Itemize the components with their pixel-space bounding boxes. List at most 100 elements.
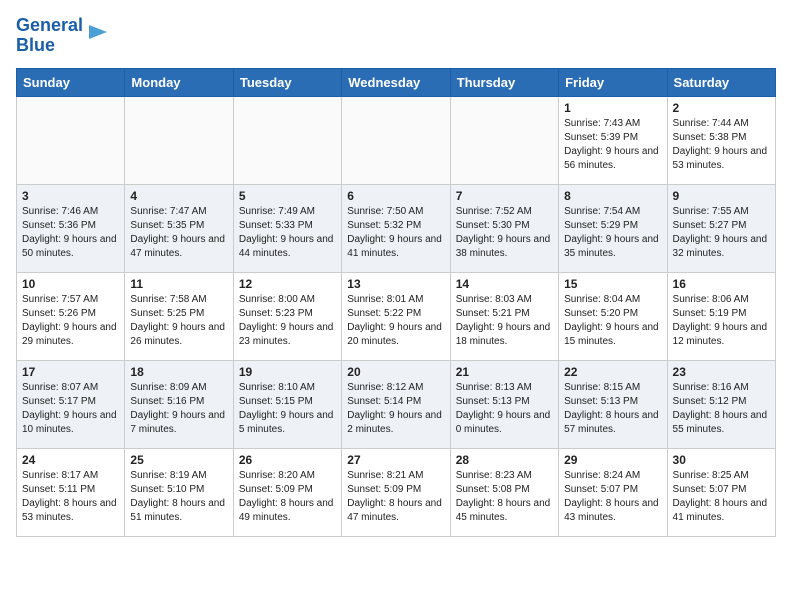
calendar-cell: 15 Sunrise: 8:04 AM Sunset: 5:20 PM Dayli… xyxy=(559,272,667,360)
calendar-cell: 14 Sunrise: 8:03 AM Sunset: 5:21 PM Dayli… xyxy=(450,272,558,360)
day-info: Sunrise: 8:23 AM Sunset: 5:08 PM Dayligh… xyxy=(456,469,553,525)
calendar-cell: 10 Sunrise: 7:57 AM Sunset: 5:26 PM Dayli… xyxy=(17,272,125,360)
calendar-cell: 23 Sunrise: 8:16 AM Sunset: 5:12 PM Dayli… xyxy=(667,360,775,448)
calendar-cell: 29Sunrise: 8:24 AM Sunset: 5:07 PM Dayli… xyxy=(559,448,667,536)
weekday-header-saturday: Saturday xyxy=(667,68,775,96)
day-info: Sunrise: 8:10 AM Sunset: 5:15 PM Dayligh… xyxy=(239,381,336,437)
calendar-cell: 26 Sunrise: 8:20 AM Sunset: 5:09 PM Dayli… xyxy=(233,448,341,536)
day-info: Sunrise: 7:52 AM Sunset: 5:30 PM Dayligh… xyxy=(456,205,553,261)
day-info: Sunrise: 7:43 AM Sunset: 5:39 PM Dayligh… xyxy=(564,117,661,173)
weekday-header-tuesday: Tuesday xyxy=(233,68,341,96)
day-number: 26 xyxy=(239,453,336,467)
weekday-header-monday: Monday xyxy=(125,68,233,96)
day-number: 21 xyxy=(456,365,553,379)
calendar-cell: 27 Sunrise: 8:21 AM Sunset: 5:09 PM Dayli… xyxy=(342,448,450,536)
day-info: Sunrise: 7:49 AM Sunset: 5:33 PM Dayligh… xyxy=(239,205,336,261)
calendar-cell: 13 Sunrise: 8:01 AM Sunset: 5:22 PM Dayli… xyxy=(342,272,450,360)
calendar-cell: 4Sunrise: 7:47 AM Sunset: 5:35 PM Daylig… xyxy=(125,184,233,272)
calendar-cell: 17 Sunrise: 8:07 AM Sunset: 5:17 PM Dayli… xyxy=(17,360,125,448)
day-number: 5 xyxy=(239,189,336,203)
day-info: Sunrise: 8:04 AM Sunset: 5:20 PM Dayligh… xyxy=(564,293,661,349)
day-number: 30 xyxy=(673,453,770,467)
calendar-cell: 7 Sunrise: 7:52 AM Sunset: 5:30 PM Daylig… xyxy=(450,184,558,272)
calendar-cell: 20 Sunrise: 8:12 AM Sunset: 5:14 PM Dayli… xyxy=(342,360,450,448)
day-number: 18 xyxy=(130,365,227,379)
calendar-week-row: 17 Sunrise: 8:07 AM Sunset: 5:17 PM Dayli… xyxy=(17,360,776,448)
day-number: 10 xyxy=(22,277,119,291)
day-info: Sunrise: 7:58 AM Sunset: 5:25 PM Dayligh… xyxy=(130,293,227,349)
calendar-cell: 5 Sunrise: 7:49 AM Sunset: 5:33 PM Daylig… xyxy=(233,184,341,272)
day-number: 4 xyxy=(130,189,227,203)
day-info: Sunrise: 8:01 AM Sunset: 5:22 PM Dayligh… xyxy=(347,293,444,349)
logo-arrow-icon xyxy=(87,21,109,43)
weekday-header-sunday: Sunday xyxy=(17,68,125,96)
calendar-cell: 2Sunrise: 7:44 AM Sunset: 5:38 PM Daylig… xyxy=(667,96,775,184)
calendar-cell: 1 Sunrise: 7:43 AM Sunset: 5:39 PM Daylig… xyxy=(559,96,667,184)
calendar-week-row: 24Sunrise: 8:17 AM Sunset: 5:11 PM Dayli… xyxy=(17,448,776,536)
page-header: General Blue xyxy=(16,16,776,56)
day-info: Sunrise: 8:20 AM Sunset: 5:09 PM Dayligh… xyxy=(239,469,336,525)
calendar-week-row: 1 Sunrise: 7:43 AM Sunset: 5:39 PM Daylig… xyxy=(17,96,776,184)
day-number: 19 xyxy=(239,365,336,379)
calendar-cell: 16 Sunrise: 8:06 AM Sunset: 5:19 PM Dayli… xyxy=(667,272,775,360)
day-number: 7 xyxy=(456,189,553,203)
day-info: Sunrise: 8:07 AM Sunset: 5:17 PM Dayligh… xyxy=(22,381,119,437)
calendar-cell: 25Sunrise: 8:19 AM Sunset: 5:10 PM Dayli… xyxy=(125,448,233,536)
day-number: 27 xyxy=(347,453,444,467)
calendar-cell: 19 Sunrise: 8:10 AM Sunset: 5:15 PM Dayli… xyxy=(233,360,341,448)
calendar-cell: 8 Sunrise: 7:54 AM Sunset: 5:29 PM Daylig… xyxy=(559,184,667,272)
calendar-week-row: 10 Sunrise: 7:57 AM Sunset: 5:26 PM Dayli… xyxy=(17,272,776,360)
day-info: Sunrise: 7:57 AM Sunset: 5:26 PM Dayligh… xyxy=(22,293,119,349)
day-number: 17 xyxy=(22,365,119,379)
calendar-cell: 3 Sunrise: 7:46 AM Sunset: 5:36 PM Daylig… xyxy=(17,184,125,272)
day-number: 3 xyxy=(22,189,119,203)
day-info: Sunrise: 8:13 AM Sunset: 5:13 PM Dayligh… xyxy=(456,381,553,437)
calendar-cell xyxy=(450,96,558,184)
day-number: 2 xyxy=(673,101,770,115)
weekday-header-wednesday: Wednesday xyxy=(342,68,450,96)
calendar-cell: 30Sunrise: 8:25 AM Sunset: 5:07 PM Dayli… xyxy=(667,448,775,536)
day-number: 22 xyxy=(564,365,661,379)
logo: General Blue xyxy=(16,16,109,56)
day-info: Sunrise: 8:16 AM Sunset: 5:12 PM Dayligh… xyxy=(673,381,770,437)
day-number: 28 xyxy=(456,453,553,467)
calendar-cell: 18Sunrise: 8:09 AM Sunset: 5:16 PM Dayli… xyxy=(125,360,233,448)
day-number: 11 xyxy=(130,277,227,291)
day-info: Sunrise: 7:54 AM Sunset: 5:29 PM Dayligh… xyxy=(564,205,661,261)
day-info: Sunrise: 8:15 AM Sunset: 5:13 PM Dayligh… xyxy=(564,381,661,437)
calendar-week-row: 3 Sunrise: 7:46 AM Sunset: 5:36 PM Daylig… xyxy=(17,184,776,272)
day-number: 14 xyxy=(456,277,553,291)
day-number: 8 xyxy=(564,189,661,203)
weekday-header-thursday: Thursday xyxy=(450,68,558,96)
day-info: Sunrise: 8:12 AM Sunset: 5:14 PM Dayligh… xyxy=(347,381,444,437)
day-number: 13 xyxy=(347,277,444,291)
day-info: Sunrise: 8:19 AM Sunset: 5:10 PM Dayligh… xyxy=(130,469,227,525)
day-number: 1 xyxy=(564,101,661,115)
calendar-cell: 28 Sunrise: 8:23 AM Sunset: 5:08 PM Dayli… xyxy=(450,448,558,536)
calendar-cell: 21 Sunrise: 8:13 AM Sunset: 5:13 PM Dayli… xyxy=(450,360,558,448)
day-number: 24 xyxy=(22,453,119,467)
day-info: Sunrise: 8:06 AM Sunset: 5:19 PM Dayligh… xyxy=(673,293,770,349)
calendar-cell xyxy=(342,96,450,184)
day-number: 15 xyxy=(564,277,661,291)
day-info: Sunrise: 8:21 AM Sunset: 5:09 PM Dayligh… xyxy=(347,469,444,525)
day-info: Sunrise: 7:50 AM Sunset: 5:32 PM Dayligh… xyxy=(347,205,444,261)
calendar-cell xyxy=(233,96,341,184)
day-number: 29 xyxy=(564,453,661,467)
calendar-table: SundayMondayTuesdayWednesdayThursdayFrid… xyxy=(16,68,776,537)
day-number: 12 xyxy=(239,277,336,291)
day-info: Sunrise: 7:46 AM Sunset: 5:36 PM Dayligh… xyxy=(22,205,119,261)
calendar-cell: 12Sunrise: 8:00 AM Sunset: 5:23 PM Dayli… xyxy=(233,272,341,360)
calendar-header-row: SundayMondayTuesdayWednesdayThursdayFrid… xyxy=(17,68,776,96)
day-number: 20 xyxy=(347,365,444,379)
day-number: 16 xyxy=(673,277,770,291)
day-number: 9 xyxy=(673,189,770,203)
calendar-cell xyxy=(125,96,233,184)
logo-subtext: Blue xyxy=(16,36,83,56)
day-number: 23 xyxy=(673,365,770,379)
day-info: Sunrise: 8:03 AM Sunset: 5:21 PM Dayligh… xyxy=(456,293,553,349)
day-info: Sunrise: 7:55 AM Sunset: 5:27 PM Dayligh… xyxy=(673,205,770,261)
calendar-cell: 9 Sunrise: 7:55 AM Sunset: 5:27 PM Daylig… xyxy=(667,184,775,272)
weekday-header-friday: Friday xyxy=(559,68,667,96)
calendar-cell: 22 Sunrise: 8:15 AM Sunset: 5:13 PM Dayli… xyxy=(559,360,667,448)
